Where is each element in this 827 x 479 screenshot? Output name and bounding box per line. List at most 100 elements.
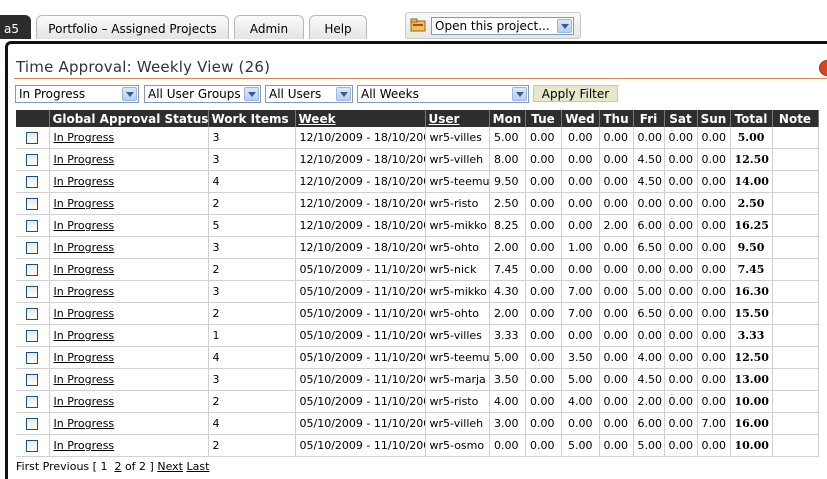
row-checkbox[interactable] (26, 154, 39, 166)
total-hours-cell: 3.33 (730, 324, 773, 347)
row-checkbox[interactable] (26, 176, 39, 188)
status-cell: In Progress (49, 258, 209, 281)
mon-hours-cell: 3.00 (489, 412, 526, 435)
status-link[interactable]: In Progress (54, 373, 115, 386)
row-checkbox[interactable] (26, 220, 39, 232)
column-header-label: Work Items (211, 111, 289, 126)
fri-hours-cell: 5.00 (633, 280, 665, 303)
mon-hours-cell: 2.00 (489, 236, 526, 259)
status-cell: In Progress (49, 368, 209, 391)
row-checkbox[interactable] (26, 308, 39, 320)
week-cell: 05/10/2009 - 11/10/2009 (295, 368, 426, 391)
chevron-down-icon[interactable] (336, 87, 351, 101)
sun-hours-cell: 0.00 (697, 302, 731, 325)
chevron-down-icon[interactable] (244, 87, 259, 101)
sort-week-link[interactable]: Week (299, 112, 336, 126)
row-checkbox[interactable] (26, 330, 39, 342)
note-cell (772, 214, 819, 237)
work-items-cell: 2 (208, 258, 296, 281)
row-checkbox[interactable] (26, 198, 39, 210)
table-body: In Progress 3 12/10/2009 - 18/10/2009 wr5-v… (16, 127, 819, 457)
user-cell: wr5-villes (425, 324, 490, 347)
wed-hours-cell: 0.00 (561, 170, 600, 193)
user-group-filter-select[interactable]: All User Groups (144, 85, 261, 103)
wed-hours-cell: 0.00 (561, 214, 600, 237)
sun-hours-cell: 0.00 (697, 192, 731, 215)
row-checkbox[interactable] (26, 352, 39, 364)
fri-hours-cell: 2.00 (633, 390, 665, 413)
row-checkbox[interactable] (26, 396, 39, 408)
status-link[interactable]: In Progress (54, 153, 115, 166)
week-cell: 05/10/2009 - 11/10/2009 (295, 346, 426, 369)
fri-hours-cell: 6.50 (633, 302, 665, 325)
chevron-down-icon[interactable] (122, 87, 137, 101)
status-link[interactable]: In Progress (54, 131, 115, 144)
tab-portfolio-assigned-projects[interactable]: Portfolio – Assigned Projects (36, 15, 229, 39)
total-hours-cell: 12.50 (730, 346, 773, 369)
column-header-week[interactable]: Week (295, 110, 426, 127)
status-cell: In Progress (49, 192, 209, 215)
chevron-down-icon[interactable] (512, 87, 527, 101)
status-link[interactable]: In Progress (54, 285, 115, 298)
row-select-cell (16, 280, 50, 303)
user-cell: wr5-mikko (425, 280, 490, 303)
tab-label: Admin (249, 22, 289, 36)
sun-hours-cell: 0.00 (697, 236, 731, 259)
users-filter-select[interactable]: All Users (265, 85, 353, 103)
user-cell: wr5-risto (425, 390, 490, 413)
status-link[interactable]: In Progress (54, 263, 115, 276)
pager-last-link[interactable]: Last (186, 460, 209, 473)
sat-hours-cell: 0.00 (664, 148, 698, 171)
status-link[interactable]: In Progress (54, 241, 115, 254)
chevron-down-icon[interactable] (557, 19, 572, 33)
row-checkbox[interactable] (26, 418, 39, 430)
thu-hours-cell: 0.00 (599, 346, 634, 369)
status-link[interactable]: In Progress (54, 439, 115, 452)
user-cell: wr5-risto (425, 192, 490, 215)
status-link[interactable]: In Progress (54, 329, 115, 342)
status-cell: In Progress (49, 324, 209, 347)
tab-help[interactable]: Help (309, 15, 367, 39)
user-cell: wr5-villes (425, 127, 490, 149)
table-row: In Progress 4 05/10/2009 - 11/10/2009 wr5-t… (16, 346, 819, 369)
status-link[interactable]: In Progress (54, 197, 115, 210)
mon-hours-cell: 8.00 (489, 148, 526, 171)
user-cell: wr5-ohto (425, 302, 490, 325)
row-checkbox[interactable] (26, 440, 39, 452)
table-row: In Progress 3 12/10/2009 - 18/10/2009 wr5-v… (16, 148, 819, 171)
row-checkbox[interactable] (26, 264, 39, 276)
title-divider (14, 78, 827, 79)
tab-admin[interactable]: Admin (234, 15, 304, 39)
tab-current[interactable]: a5 (0, 15, 31, 39)
status-link[interactable]: In Progress (54, 219, 115, 232)
weeks-filter-select[interactable]: All Weeks (357, 85, 529, 103)
row-select-cell (16, 236, 50, 259)
status-link[interactable]: In Progress (54, 417, 115, 430)
thu-hours-cell: 0.00 (599, 148, 634, 171)
column-header-wed: Wed (561, 110, 600, 127)
pager-of-total: of 2 ] (124, 460, 154, 473)
pager-next-link[interactable]: Next (157, 460, 183, 473)
open-project-dropdown[interactable]: Open this project... (431, 17, 574, 35)
column-header-user[interactable]: User (425, 110, 490, 127)
pager-page-2-link[interactable]: 2 (114, 460, 121, 473)
status-link[interactable]: In Progress (54, 351, 115, 364)
sat-hours-cell: 0.00 (664, 390, 698, 413)
row-checkbox[interactable] (26, 132, 39, 144)
status-filter-select[interactable]: In Progress (15, 85, 139, 103)
apply-filter-button[interactable]: Apply Filter (533, 85, 618, 102)
status-link[interactable]: In Progress (54, 175, 115, 188)
status-link[interactable]: In Progress (54, 307, 115, 320)
sat-hours-cell: 0.00 (664, 280, 698, 303)
row-checkbox[interactable] (26, 242, 39, 254)
work-items-cell: 4 (208, 170, 296, 193)
sort-user-link[interactable]: User (429, 112, 460, 126)
status-link[interactable]: In Progress (54, 395, 115, 408)
top-navigation-bar: a5 Portfolio – Assigned Projects Admin H… (0, 0, 827, 41)
row-select-cell (16, 192, 50, 215)
row-checkbox[interactable] (26, 374, 39, 386)
week-cell: 12/10/2009 - 18/10/2009 (295, 127, 426, 149)
work-items-cell: 3 (208, 280, 296, 303)
work-items-cell: 2 (208, 434, 296, 457)
row-checkbox[interactable] (26, 286, 39, 298)
